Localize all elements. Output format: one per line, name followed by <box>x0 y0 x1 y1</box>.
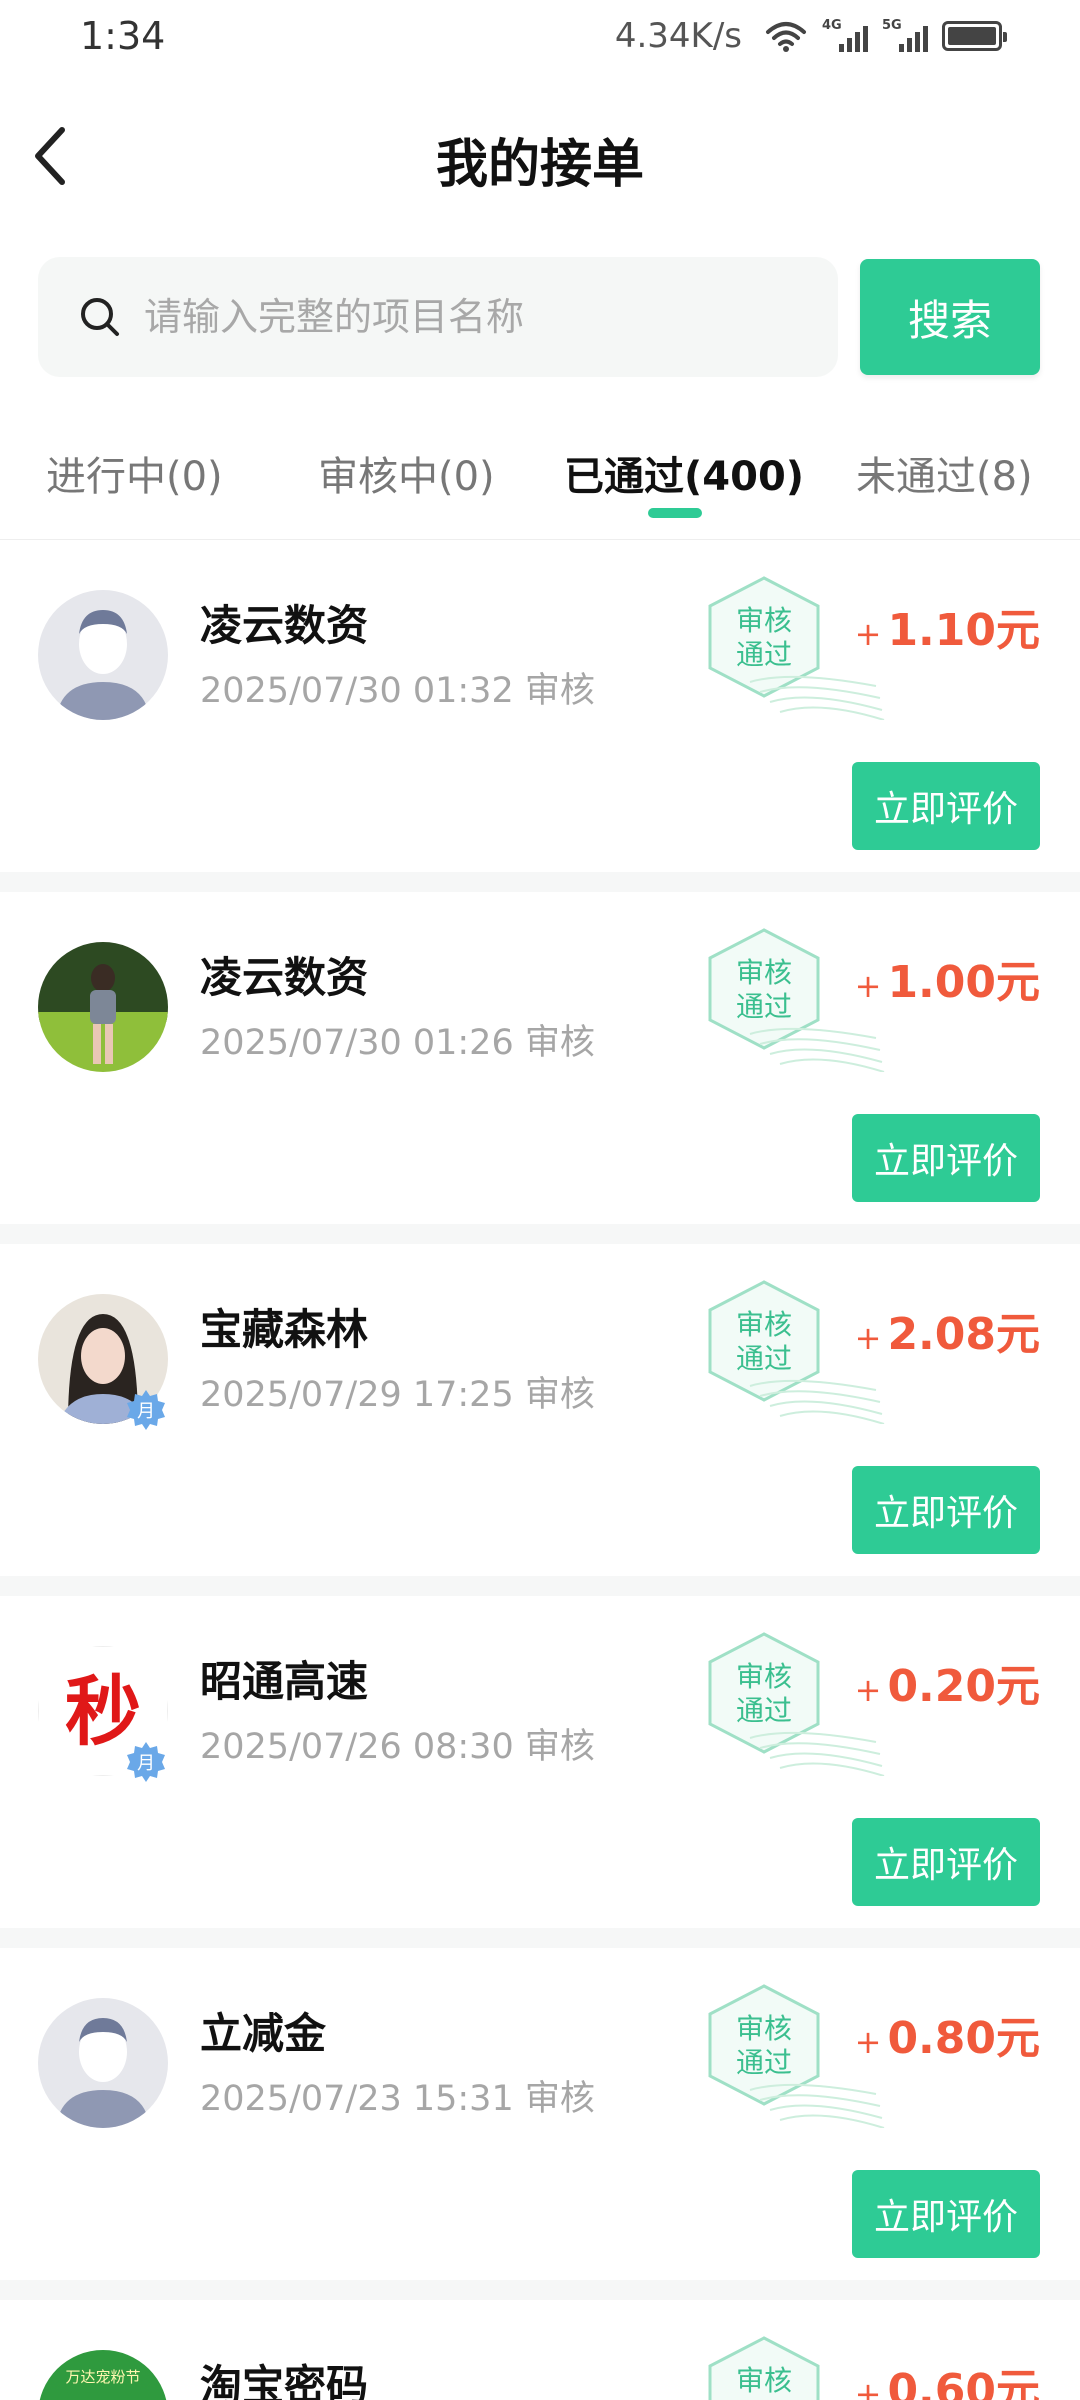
divider <box>0 872 1080 892</box>
stamp-text: 审核 <box>736 2012 792 2045</box>
vip-badge-icon: 月 <box>127 1742 165 1782</box>
svg-text:月: 月 <box>137 1401 155 1422</box>
order-card[interactable]: 凌云数资 2025/07/30 01:32 审核 审核 通过 +1.10元 立即… <box>0 540 1080 872</box>
green-banner-avatar: 万达宠粉节 <box>38 2350 168 2400</box>
stamp-text: 审核 <box>736 2364 792 2397</box>
status-time: 1:34 <box>80 14 166 58</box>
stamp-text: 通过 <box>736 638 792 671</box>
avatar <box>38 1998 168 2128</box>
stamp-text: 审核 <box>736 1308 792 1341</box>
review-time: 2025/07/30 01:26 审核 <box>200 1023 595 1063</box>
reward-value: 0.20元 <box>887 1661 1040 1712</box>
order-card[interactable]: 秒 月 昭通高速 2025/07/26 08:30 审核 审核 通过 +0.20… <box>0 1596 1080 1928</box>
review-now-button[interactable]: 立即评价 <box>852 1114 1040 1202</box>
active-tab-indicator <box>648 508 702 518</box>
stamp-text: 通过 <box>736 1342 792 1375</box>
task-name: 立减金 <box>200 2009 327 2058</box>
order-card[interactable]: 立减金 2025/07/23 15:31 审核 审核 通过 +0.80元 立即评… <box>0 1948 1080 2280</box>
wifi-icon <box>766 22 806 52</box>
photo-avatar <box>38 942 168 1072</box>
task-name: 昭通高速 <box>200 1657 369 1706</box>
reward-value: 0.60元 <box>887 2365 1040 2400</box>
review-now-button[interactable]: 立即评价 <box>852 1466 1040 1554</box>
divider <box>0 2280 1080 2300</box>
review-now-button[interactable]: 立即评价 <box>852 1818 1040 1906</box>
review-time: 2025/07/23 15:31 审核 <box>200 2079 595 2119</box>
avatar <box>38 590 168 720</box>
reward-amount: +2.08元 <box>854 1309 1040 1360</box>
avatar: 万达宠粉节 <box>38 2350 168 2400</box>
status-bar: 1:34 4.34K/s 4G 5G <box>0 0 1080 76</box>
vip-badge-icon: 月 <box>127 1390 165 1430</box>
cell-signal-icon: 5G <box>882 18 928 54</box>
review-time: 2025/07/26 08:30 审核 <box>200 1727 595 1767</box>
search-button[interactable]: 搜索 <box>860 259 1040 375</box>
tab-under-review[interactable]: 审核中(0) <box>318 444 495 502</box>
header: 我的接单 <box>0 100 1080 212</box>
stamp-text: 审核 <box>736 604 792 637</box>
avatar <box>38 942 168 1072</box>
reward-amount: +0.60元 <box>855 2354 1040 2400</box>
default-avatar-icon <box>38 590 168 720</box>
cell-signal-icon: 4G <box>822 18 868 54</box>
search-input[interactable] <box>144 281 814 353</box>
review-now-button[interactable]: 立即评价 <box>852 2170 1040 2258</box>
stamp-text: 审核 <box>736 956 792 989</box>
reward-amount: +0.80元 <box>854 2013 1040 2064</box>
search-icon <box>81 298 119 336</box>
task-name: 宝藏森林 <box>200 1305 369 1354</box>
review-time: 2025/07/30 01:32 审核 <box>200 671 595 711</box>
stamp-text: 通过 <box>736 2046 792 2079</box>
order-card[interactable]: 凌云数资 2025/07/30 01:26 审核 审核 通过 +1.00元 立即… <box>0 892 1080 1224</box>
stamp-text: 通过 <box>736 990 792 1023</box>
svg-text:月: 月 <box>137 1753 155 1774</box>
search-box <box>38 257 838 377</box>
tab-bar: 进行中(0) 审核中(0) 已通过(400) 未通过(8) <box>0 420 1080 540</box>
tab-in-progress[interactable]: 进行中(0) <box>46 444 223 502</box>
reward-value: 1.10元 <box>887 605 1040 656</box>
divider <box>0 1576 1080 1596</box>
order-card[interactable]: 万达宠粉节 淘宝密码 审核 +0.60元 <box>0 2300 1080 2400</box>
reward-amount: +1.10元 <box>854 605 1040 656</box>
divider <box>0 1928 1080 1948</box>
task-name: 淘宝密码 <box>200 2361 369 2400</box>
network-speed: 4.34K/s <box>614 16 742 56</box>
reward-value: 2.08元 <box>887 1309 1040 1360</box>
default-avatar-icon <box>38 1998 168 2128</box>
reward-value: 0.80元 <box>887 2013 1040 2064</box>
review-time: 2025/07/29 17:25 审核 <box>200 1375 595 1415</box>
tab-approved[interactable]: 已通过(400) <box>564 444 804 502</box>
status-icons: 4.34K/s 4G 5G <box>614 16 1007 56</box>
reward-value: 1.00元 <box>887 957 1040 1008</box>
page-title: 我的接单 <box>435 135 644 195</box>
review-now-button[interactable]: 立即评价 <box>852 762 1040 850</box>
reward-amount: +0.20元 <box>854 1661 1040 1712</box>
divider <box>0 1224 1080 1244</box>
order-card[interactable]: 月 宝藏森林 2025/07/29 17:25 审核 审核 通过 +2.08元 … <box>0 1244 1080 1576</box>
task-name: 凌云数资 <box>200 953 369 1002</box>
tab-rejected[interactable]: 未通过(8) <box>856 444 1033 502</box>
svg-text:万达宠粉节: 万达宠粉节 <box>65 2368 140 2386</box>
task-name: 凌云数资 <box>200 601 369 650</box>
stamp-text: 通过 <box>736 1694 792 1727</box>
stamp-text: 审核 <box>736 1660 792 1693</box>
battery-icon <box>942 21 1007 51</box>
reward-amount: +1.00元 <box>854 957 1040 1008</box>
